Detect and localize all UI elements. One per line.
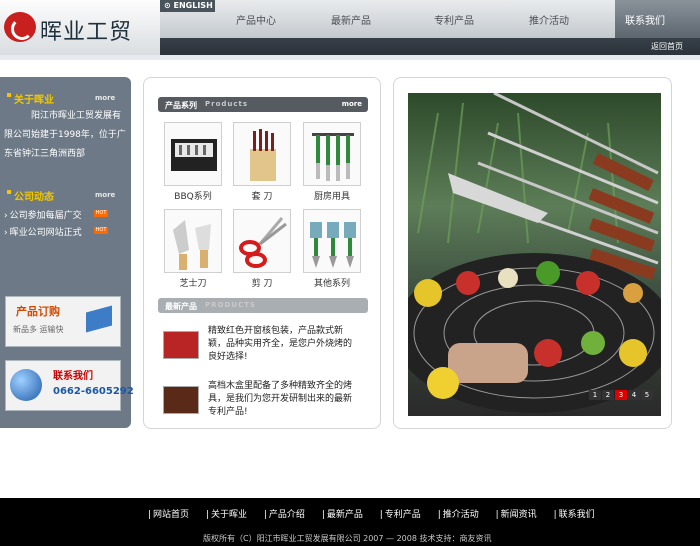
latest-title: 最新产品 [165, 302, 197, 311]
products-panel: 产品系列 Products more BBQ系列 套 刀 厨房用具 芝士刀 剪 … [143, 77, 381, 429]
contact-title: 联系我们 [53, 371, 93, 382]
latest-item-text: 高档木盒里配备了多种精致齐全的烤具，是我们为您开发研制出来的最新专利产品! [208, 381, 353, 417]
about-title: 关于晖业 [7, 91, 54, 106]
order-subtitle: 新品多 运输快 [13, 325, 64, 334]
product-label: 芝士刀 [179, 279, 207, 289]
globe-icon [10, 369, 42, 401]
product-image [164, 122, 222, 186]
box-icon [86, 305, 112, 333]
nav-item-promotions[interactable]: 推介活动 [529, 12, 569, 27]
header-divider [0, 55, 700, 60]
footer-nav: 网站首页 关于晖业 产品介绍 最新产品 专利产品 推介活动 新闻资讯 联系我们 [148, 507, 609, 520]
product-label: 套 刀 [251, 192, 273, 202]
footer-link-contact[interactable]: 联系我们 [554, 507, 595, 520]
nav-item-patent-products[interactable]: 专利产品 [434, 12, 474, 27]
latest-item[interactable]: 高档木盒里配备了多种精致齐全的烤具，是我们为您开发研制出来的最新专利产品! [158, 380, 368, 420]
product-image [233, 122, 291, 186]
order-banner[interactable]: 产品订购 新品多 运输快 [5, 296, 121, 347]
slide-page-button[interactable]: 2 [602, 390, 614, 400]
footer-link-patent[interactable]: 专利产品 [380, 507, 421, 520]
nav-item-latest-products[interactable]: 最新产品 [331, 12, 371, 27]
slide-page-button[interactable]: 4 [628, 390, 640, 400]
back-home-link[interactable]: 返回首页 [651, 41, 683, 52]
product-image [163, 331, 199, 359]
english-link-label: ENGLISH [173, 1, 213, 10]
latest-header: 最新产品 PRODUCTS [158, 298, 368, 313]
nav-item-product-center[interactable]: 产品中心 [236, 12, 276, 27]
hot-badge: HOT [94, 210, 108, 217]
header: 晖业工贸 产品中心 最新产品 专利产品 推介活动 联系我们 ⊙ ENGLISH … [0, 0, 700, 55]
footer-link-latest[interactable]: 最新产品 [322, 507, 363, 520]
logo-icon [4, 12, 36, 42]
footer: 网站首页 关于晖业 产品介绍 最新产品 专利产品 推介活动 新闻资讯 联系我们 … [0, 498, 700, 546]
latest-item[interactable]: 精致红色开窗核包装，产品款式新颖，品种实用齐全，是您户外烧烤的良好选择! [158, 325, 368, 365]
globe-icon: ⊙ [164, 1, 171, 10]
footer-link-products[interactable]: 产品介绍 [264, 507, 305, 520]
products-more-link[interactable]: more [342, 100, 362, 108]
products-header: 产品系列 Products more [158, 97, 368, 112]
slide-page-button-active[interactable]: 3 [615, 390, 627, 400]
news-item[interactable]: 公司参加每届广交 [4, 208, 82, 221]
slideshow-panel: 1 2 3 4 5 [393, 77, 672, 429]
footer-link-news[interactable]: 新闻资讯 [496, 507, 537, 520]
products-title-en: Products [205, 100, 249, 108]
product-label: 剪 刀 [251, 279, 273, 289]
sidebar: 关于晖业 more 阳江市晖业工贸发展有限公司始建于1998年，位于广东省钟江三… [0, 77, 134, 428]
product-card-other[interactable]: 其他系列 [303, 209, 361, 289]
nav-item-contact-label: 联系我们 [625, 16, 665, 27]
nav-item-contact[interactable]: 联系我们 [615, 0, 700, 38]
product-label: 其他系列 [313, 279, 350, 289]
product-label: BBQ系列 [174, 192, 212, 202]
footer-link-home[interactable]: 网站首页 [148, 507, 189, 520]
slide-page-button[interactable]: 5 [641, 390, 653, 400]
contact-phone: 0662-6605292 [53, 386, 134, 397]
footer-link-promotions[interactable]: 推介活动 [438, 507, 479, 520]
order-title: 产品订购 [16, 305, 60, 318]
about-text: 阳江市晖业工贸发展有限公司始建于1998年，位于广东省钟江三角洲西部 [4, 111, 126, 159]
products-title: 产品系列 [165, 101, 197, 110]
product-image [303, 209, 361, 273]
product-card-knife-set[interactable]: 套 刀 [233, 122, 291, 202]
logo[interactable]: 晖业工贸 [0, 0, 160, 55]
product-image [164, 209, 222, 273]
product-card-scissors[interactable]: 剪 刀 [233, 209, 291, 289]
product-image [303, 122, 361, 186]
latest-item-text: 精致红色开窗核包装，产品款式新颖，品种实用齐全，是您户外烧烤的良好选择! [208, 326, 353, 362]
product-image [163, 386, 199, 414]
product-card-cheese-knife[interactable]: 芝士刀 [164, 209, 222, 289]
english-link[interactable]: ⊙ ENGLISH [160, 0, 215, 12]
logo-text: 晖业工贸 [40, 20, 133, 45]
product-image [233, 209, 291, 273]
product-label: 厨房用具 [313, 192, 350, 202]
news-more-link[interactable]: more [95, 191, 115, 199]
news-title: 公司动态 [7, 188, 54, 203]
hot-badge: HOT [94, 227, 108, 234]
footer-link-about[interactable]: 关于晖业 [206, 507, 247, 520]
latest-title-en: PRODUCTS [205, 301, 256, 309]
about-more-link[interactable]: more [95, 94, 115, 102]
news-item[interactable]: 晖业公司网站正式 [4, 225, 82, 238]
product-card-bbq[interactable]: BBQ系列 [164, 122, 222, 202]
main-nav: 产品中心 最新产品 专利产品 推介活动 联系我们 [160, 0, 700, 38]
product-card-kitchen-tools[interactable]: 厨房用具 [303, 122, 361, 202]
slideshow-image[interactable] [408, 93, 661, 416]
contact-banner[interactable]: 联系我们 0662-6605292 [5, 360, 134, 411]
slide-page-button[interactable]: 1 [589, 390, 601, 400]
copyright: 版权所有（C）阳江市晖业工贸发展有限公司 2007 — 2008 技术支持：商友… [203, 534, 492, 543]
